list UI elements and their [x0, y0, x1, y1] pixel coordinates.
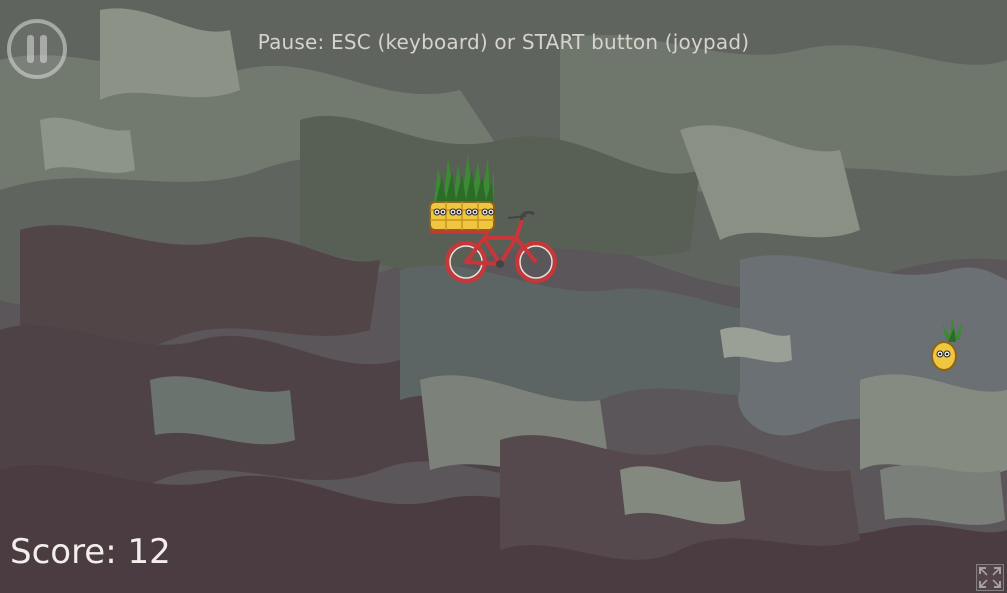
pineapple-leaves: [434, 154, 494, 206]
loose-pineapple: [930, 318, 972, 374]
pineapple-row: [429, 201, 495, 231]
pause-instructions: Pause: ESC (keyboard) or START button (j…: [257, 30, 750, 54]
fullscreen-icon: [976, 564, 1004, 591]
camouflage-background: [0, 0, 1007, 593]
score-label: Score:: [10, 532, 117, 572]
score-display: Score: 12: [10, 532, 171, 572]
score-value: 12: [127, 532, 171, 572]
game-canvas[interactable]: Pause: ESC (keyboard) or START button (j…: [0, 0, 1007, 593]
player-bike-with-pineapples: [428, 150, 562, 286]
fullscreen-button[interactable]: [976, 564, 1004, 591]
